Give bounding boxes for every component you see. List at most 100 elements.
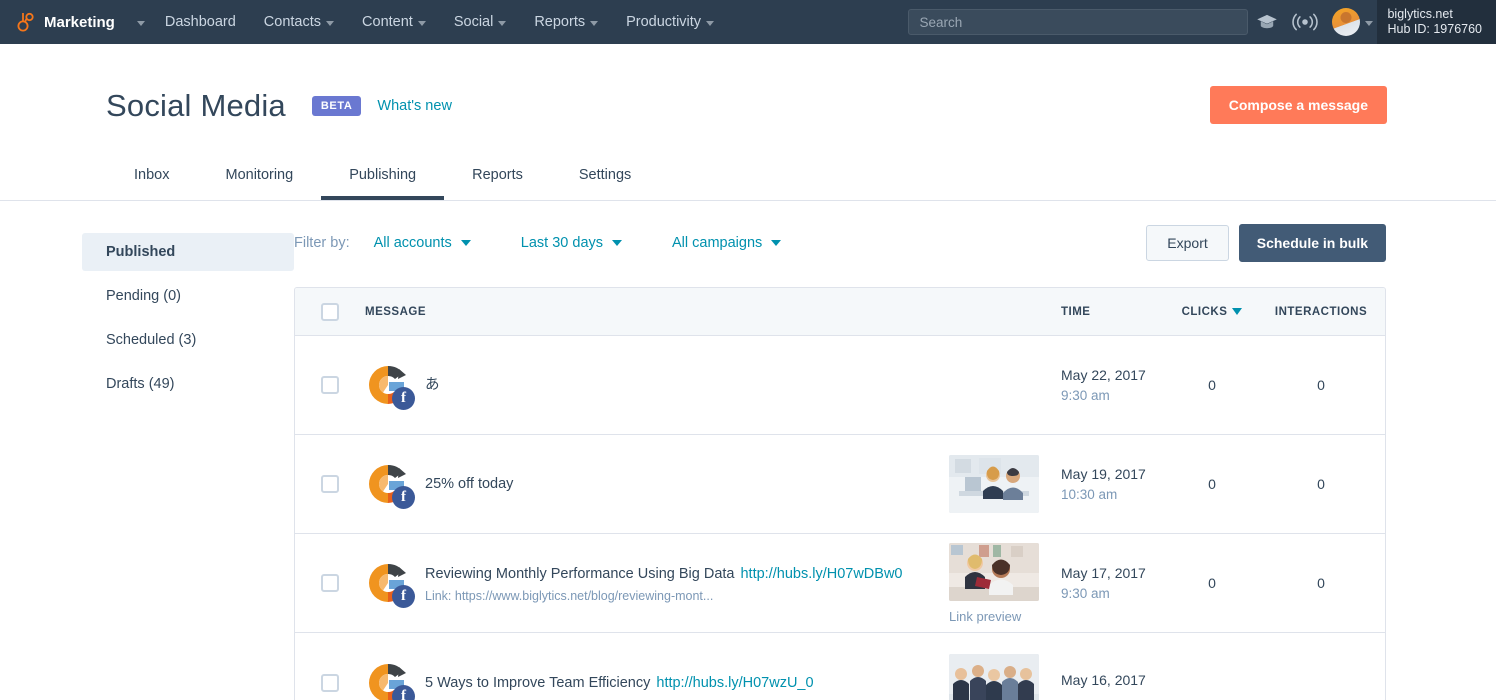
- row-message-text: Reviewing Monthly Performance Using Big …: [425, 565, 735, 582]
- row-message-text: 5 Ways to Improve Team Efficiency: [425, 674, 651, 691]
- table-row[interactable]: f 5 Ways to Improve Team Efficiency http:…: [295, 633, 1385, 700]
- tab-settings-label: Settings: [578, 167, 632, 183]
- row-time-cell: May 17, 2017 9:30 am: [1061, 565, 1167, 601]
- row-clicks: 0: [1208, 377, 1216, 393]
- graduation-cap-icon[interactable]: [1248, 0, 1286, 44]
- chevron-down-icon: [498, 20, 507, 26]
- row-message-cell: f 5 Ways to Improve Team Efficiency http:…: [365, 660, 949, 700]
- account-avatar-icon: f: [365, 461, 415, 509]
- filter-daterange-dropdown[interactable]: Last 30 days: [521, 235, 623, 251]
- search-input[interactable]: [908, 9, 1249, 35]
- select-all-checkbox[interactable]: [321, 302, 339, 321]
- nav-item-reports-label: Reports: [534, 14, 586, 30]
- row-message-block: 5 Ways to Improve Team Efficiency http://…: [425, 673, 814, 693]
- sidebar-item-drafts[interactable]: Drafts (49): [82, 365, 294, 403]
- account-name: biglytics.net: [1387, 7, 1453, 21]
- sidebar-item-pending-label: Pending (0): [106, 288, 181, 304]
- beta-badge: BETA: [311, 96, 362, 116]
- row-message-link[interactable]: http://hubs.ly/H07wzU_0: [656, 675, 813, 691]
- tab-publishing-label: Publishing: [349, 167, 417, 183]
- chevron-down-icon: [136, 20, 145, 26]
- row-message-block: Reviewing Monthly Performance Using Big …: [425, 564, 902, 603]
- account-info[interactable]: biglytics.net Hub ID: 1976760: [1377, 0, 1496, 44]
- filter-campaigns-value: All campaigns: [672, 235, 763, 251]
- row-time-cell: May 19, 2017 10:30 am: [1061, 466, 1167, 502]
- sidebar-item-scheduled[interactable]: Scheduled (3): [82, 321, 294, 359]
- row-select-cell: [295, 673, 365, 692]
- top-nav-right-group: biglytics.net Hub ID: 1976760: [908, 0, 1496, 44]
- row-checkbox[interactable]: [321, 376, 339, 394]
- filter-accounts-dropdown[interactable]: All accounts: [374, 235, 471, 251]
- row-message-link[interactable]: http://hubs.ly/H07wDBw0: [740, 566, 902, 582]
- row-select-cell: [295, 574, 365, 592]
- filter-campaigns-dropdown[interactable]: All campaigns: [672, 235, 782, 251]
- nav-item-reports[interactable]: Reports: [520, 0, 612, 44]
- facebook-badge-icon: f: [392, 684, 415, 700]
- page-body: Published Pending (0) Scheduled (3) Draf…: [0, 201, 1496, 700]
- broadcast-icon[interactable]: [1286, 0, 1324, 44]
- tab-settings[interactable]: Settings: [551, 155, 659, 200]
- sidebar-item-published[interactable]: Published: [82, 233, 294, 271]
- sort-descending-icon: [1232, 307, 1243, 315]
- row-message-cell: f Reviewing Monthly Performance Using Bi…: [365, 560, 949, 608]
- chevron-down-icon: [460, 240, 471, 246]
- page-title: Social Media: [106, 88, 286, 123]
- top-nav-left-group: Marketing Dashboard Contacts Content Soc…: [0, 0, 728, 44]
- tab-reports[interactable]: Reports: [444, 155, 551, 200]
- row-date: May 22, 2017: [1061, 367, 1146, 383]
- row-time: 9:30 am: [1061, 586, 1110, 601]
- sidebar-item-scheduled-label: Scheduled (3): [106, 332, 197, 348]
- row-message-text: 25% off today: [425, 476, 514, 492]
- hubspot-logo-brand[interactable]: Marketing: [14, 0, 151, 44]
- sprocket-logo-icon: [14, 11, 36, 33]
- schedule-in-bulk-button[interactable]: Schedule in bulk: [1238, 224, 1386, 262]
- column-header-clicks[interactable]: CLICKS: [1167, 306, 1257, 318]
- table-header-row: MESSAGE TIME CLICKS INTERACTIONS: [295, 288, 1385, 336]
- row-time: 9:30 am: [1061, 388, 1110, 403]
- nav-item-social[interactable]: Social: [440, 0, 521, 44]
- nav-item-social-label: Social: [453, 14, 494, 30]
- row-checkbox[interactable]: [321, 574, 339, 592]
- nav-item-productivity[interactable]: Productivity: [612, 0, 728, 44]
- row-checkbox[interactable]: [321, 475, 339, 493]
- row-clicks: 0: [1208, 575, 1216, 591]
- select-all-cell: [295, 302, 365, 321]
- export-button[interactable]: Export: [1146, 225, 1229, 261]
- message-thumbnail-image: [949, 455, 1039, 513]
- nav-item-dashboard[interactable]: Dashboard: [151, 0, 250, 44]
- facebook-badge-icon: f: [392, 387, 415, 410]
- row-message-cell: f あ: [365, 362, 949, 410]
- facebook-badge-icon: f: [392, 585, 415, 608]
- tab-publishing[interactable]: Publishing: [321, 155, 445, 200]
- message-thumbnail-image: [949, 542, 1039, 601]
- account-hub-id: Hub ID: 1976760: [1387, 22, 1482, 36]
- column-header-time[interactable]: TIME: [1061, 306, 1167, 318]
- user-menu[interactable]: [1324, 8, 1377, 36]
- nav-item-content[interactable]: Content: [348, 0, 440, 44]
- row-thumbnail-cell: [949, 653, 1061, 700]
- chevron-down-icon: [612, 240, 623, 246]
- table-row[interactable]: f あ May 22, 2017 9:30 am 0 0: [295, 336, 1385, 435]
- chevron-down-icon: [590, 20, 599, 26]
- nav-item-contacts[interactable]: Contacts: [250, 0, 348, 44]
- table-row[interactable]: f 25% off today May 19, 2017 10:30 am 0 …: [295, 435, 1385, 534]
- row-time: 10:30 am: [1061, 487, 1118, 502]
- whats-new-link[interactable]: What's new: [377, 98, 452, 114]
- tab-monitoring[interactable]: Monitoring: [197, 155, 321, 200]
- account-avatar-icon: f: [365, 560, 415, 608]
- compose-a-message-button[interactable]: Compose a message: [1209, 86, 1387, 124]
- chevron-down-icon: [706, 20, 715, 26]
- tab-inbox[interactable]: Inbox: [106, 155, 197, 200]
- nav-item-dashboard-label: Dashboard: [164, 14, 236, 30]
- column-header-interactions[interactable]: INTERACTIONS: [1257, 306, 1385, 318]
- message-thumbnail-image: [949, 653, 1039, 700]
- column-header-message[interactable]: MESSAGE: [365, 306, 949, 318]
- brand-label[interactable]: Marketing: [44, 0, 129, 44]
- row-checkbox[interactable]: [321, 673, 339, 692]
- row-time-cell: May 16, 2017: [1061, 672, 1167, 693]
- table-row[interactable]: f Reviewing Monthly Performance Using Bi…: [295, 534, 1385, 633]
- row-date: May 16, 2017: [1061, 672, 1146, 688]
- sidebar-item-pending[interactable]: Pending (0): [82, 277, 294, 315]
- section-tabs: Inbox Monitoring Publishing Reports Sett…: [0, 155, 1496, 201]
- column-header-clicks-label: CLICKS: [1181, 305, 1228, 318]
